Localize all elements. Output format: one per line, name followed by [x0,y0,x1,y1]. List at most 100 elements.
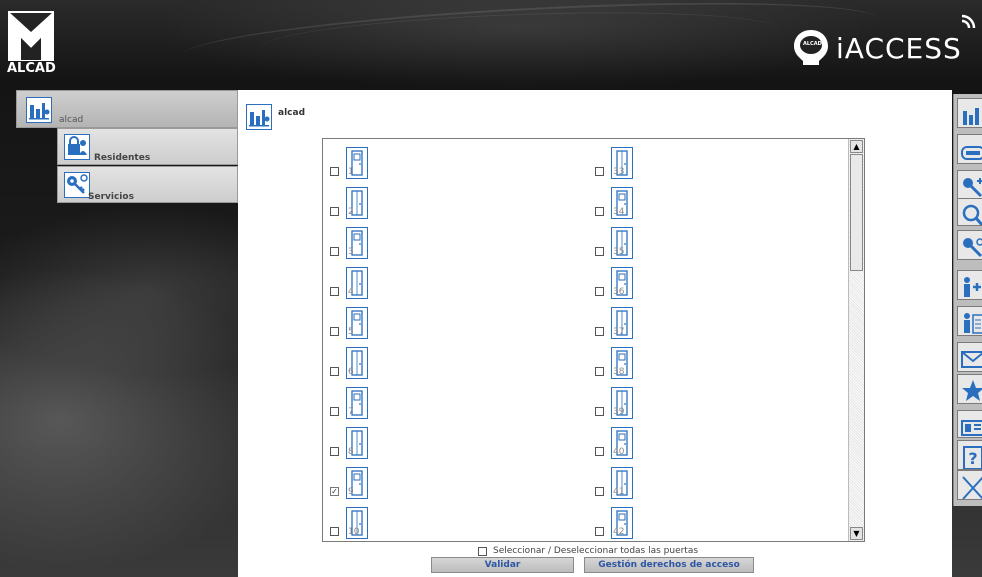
door-item[interactable]: 39 [588,387,648,425]
iaccess-brand-text: iACCESS [836,31,962,65]
scroll-up-arrow-icon[interactable]: ▲ [850,140,863,153]
door-checkbox[interactable] [595,247,604,256]
door-item[interactable]: 33 [588,147,648,185]
door-number: 4 [348,287,354,297]
door-item[interactable]: 3 [323,227,383,265]
door-checkbox[interactable] [595,167,604,176]
door-item[interactable]: 5 [323,307,383,345]
user-add-icon [964,277,981,297]
nav-item-residents-label: Residentes [94,153,151,163]
door-number: 8 [348,447,354,457]
door-number: 41 [613,487,625,497]
door-item[interactable]: 34 [588,187,648,225]
user-list-icon [964,313,982,334]
door-checkbox[interactable] [595,367,604,376]
toolbar-star-button[interactable] [957,374,982,404]
scrollbar-thumb[interactable] [850,154,863,271]
alcad-logo: ALCAD [7,10,56,76]
door-number: 36 [613,287,625,297]
door-item[interactable]: 38 [588,347,648,385]
door-list-scrollbar[interactable]: ▲ ▼ [848,139,864,541]
select-all-checkbox[interactable] [478,546,487,556]
door-item[interactable]: 8 [323,427,383,465]
toolbar-help-button[interactable]: ? [957,440,982,470]
door-item[interactable]: 35 [588,227,648,265]
door-item[interactable]: 7 [323,387,383,425]
door-item[interactable]: 6 [323,347,383,385]
door-checkbox[interactable] [330,367,339,376]
select-all-label: Seleccionar / Deseleccionar todas las pu… [493,546,699,556]
nav-item-home[interactable]: alcad [16,90,238,128]
alcad-logo-mark [8,11,54,61]
nav-item-services[interactable]: Servicios [57,166,238,203]
door-checkbox[interactable] [330,207,339,216]
door-number: 33 [613,167,625,177]
door-number: 7 [348,407,354,417]
buildings-icon [26,97,52,123]
door-number: 2 [348,207,354,217]
toolbar-device-button[interactable] [957,410,982,438]
resident-lock-icon [64,134,90,160]
door-checkbox[interactable] [330,527,339,536]
key-search-icon [963,238,982,258]
mail-icon [961,351,982,368]
right-toolbar: ? [953,94,982,506]
app-background: ALCAD ALCAD iACCESS alcad Residentes Ser… [0,0,982,577]
door-checkbox[interactable] [330,167,339,176]
id-card-icon [961,146,982,160]
door-checkbox[interactable] [595,487,604,496]
door-checkbox[interactable] [330,247,339,256]
door-item[interactable]: 42 [588,507,648,541]
access-rights-button[interactable]: Gestión derechos de acceso [584,557,754,573]
nav-item-residents[interactable]: Residentes [57,128,238,165]
toolbar-close-button[interactable] [957,470,982,500]
breadcrumb: alcad [278,108,306,118]
door-checkbox[interactable] [595,447,604,456]
toolbar-chart-button[interactable] [957,98,982,128]
door-number: 10 [348,527,360,537]
door-number: 37 [613,327,625,337]
select-all-row: Seleccionar / Deseleccionar todas las pu… [478,544,698,558]
toolbar-mail-button[interactable] [957,342,982,372]
door-item[interactable]: 10 [323,507,383,541]
toolbar-user-add-button[interactable] [957,270,982,300]
door-number: 42 [613,527,625,537]
door-checkbox[interactable] [330,327,339,336]
door-checkbox[interactable] [595,407,604,416]
door-checkbox[interactable] [595,207,604,216]
door-item[interactable]: 1 [323,147,383,185]
validate-button[interactable]: Validar [431,557,574,573]
buildings-icon[interactable] [246,104,272,130]
device-icon [961,420,982,436]
scroll-down-arrow-icon[interactable]: ▼ [850,527,863,540]
toolbar-user-list-button[interactable] [957,306,982,336]
toolbar-key-search-button[interactable] [957,230,982,260]
door-number: 1 [348,167,354,177]
door-list[interactable]: 1 2 3 4 5 6 7 8 ✓ 9 10 33 34 35 36 37 38 39 40 41 42 ▲ ▼ [322,138,865,542]
door-number: 38 [613,367,625,377]
door-item[interactable]: 36 [588,267,648,305]
door-item[interactable]: 37 [588,307,648,345]
toolbar-search-button[interactable] [957,198,982,226]
door-checkbox[interactable] [330,407,339,416]
door-checkbox[interactable] [330,447,339,456]
door-number: 9 [348,487,354,497]
bulb-logo-text: ALCAD [803,41,822,47]
door-item[interactable]: 2 [323,187,383,225]
door-checkbox[interactable] [330,287,339,296]
star-icon [962,380,982,401]
door-checkbox[interactable] [595,527,604,536]
door-checkbox[interactable]: ✓ [330,487,339,496]
toolbar-key-add-button[interactable] [957,170,982,200]
door-item[interactable]: 4 [323,267,383,305]
wifi-icon [961,14,976,29]
door-item[interactable]: ✓ 9 [323,467,383,505]
search-icon [962,204,982,225]
toolbar-id-card-button[interactable] [957,134,982,164]
door-checkbox[interactable] [595,287,604,296]
door-item[interactable]: 40 [588,427,648,465]
door-checkbox[interactable] [595,327,604,336]
door-number: 34 [613,207,625,217]
door-number: 6 [348,367,354,377]
door-item[interactable]: 41 [588,467,648,505]
